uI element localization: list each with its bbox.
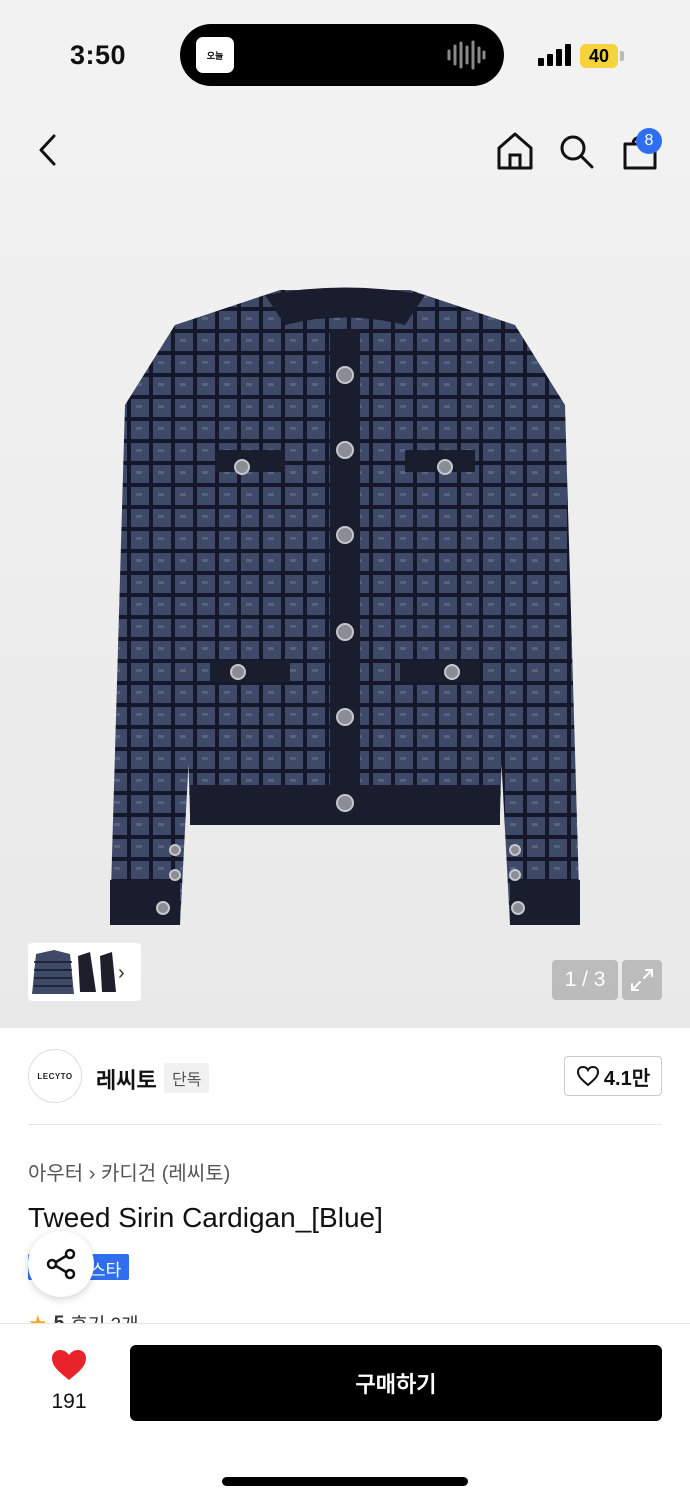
status-bar: 3:50 오늘 40 xyxy=(0,0,690,110)
thumbnail-images[interactable] xyxy=(32,948,120,996)
brand-name[interactable]: 레씨토 xyxy=(96,1063,157,1095)
wishlist-count: 191 xyxy=(51,1390,87,1413)
dynamic-island: 오늘 xyxy=(180,24,504,86)
brand-like-count: 4.1만 xyxy=(603,1067,651,1090)
signal-icon xyxy=(538,44,571,66)
cart-count-badge: 8 xyxy=(636,128,662,154)
image-pager: 1 / 3 xyxy=(552,960,618,1000)
battery-tip xyxy=(620,51,624,61)
share-button[interactable] xyxy=(28,1231,94,1297)
home-indicator xyxy=(222,1477,468,1486)
breadcrumb-item[interactable]: 카디건 (레씨토) xyxy=(101,1163,230,1185)
share-icon xyxy=(46,1248,76,1280)
product-image-cardigan xyxy=(110,287,580,925)
home-icon[interactable] xyxy=(495,130,535,172)
product-title: Tweed Sirin Cardigan_[Blue] xyxy=(28,1202,383,1233)
breadcrumb: 아우터 › 카디건 (레씨토) xyxy=(28,1157,230,1186)
back-arrow-icon[interactable] xyxy=(34,130,64,170)
breadcrumb-item[interactable]: 아우터 xyxy=(28,1163,83,1185)
expand-icon[interactable] xyxy=(622,960,662,1000)
divider xyxy=(28,1124,662,1125)
chevron-right-icon: › xyxy=(88,1163,101,1185)
search-icon[interactable] xyxy=(557,132,595,170)
chevron-right-icon[interactable]: › xyxy=(118,962,125,985)
heart-filled-icon[interactable] xyxy=(50,1348,88,1382)
brand-logo[interactable]: LECYTO xyxy=(28,1049,82,1103)
audio-wave-icon xyxy=(447,40,486,70)
battery-icon: 40 xyxy=(580,44,618,68)
buy-button[interactable]: 구매하기 xyxy=(130,1345,662,1421)
status-time: 3:50 xyxy=(70,40,127,70)
island-app-icon: 오늘 xyxy=(196,37,234,73)
heart-outline-icon xyxy=(576,1065,599,1087)
exclusive-tag: 단독 xyxy=(164,1063,210,1093)
brand-like-button[interactable]: 4.1만 xyxy=(564,1056,662,1096)
